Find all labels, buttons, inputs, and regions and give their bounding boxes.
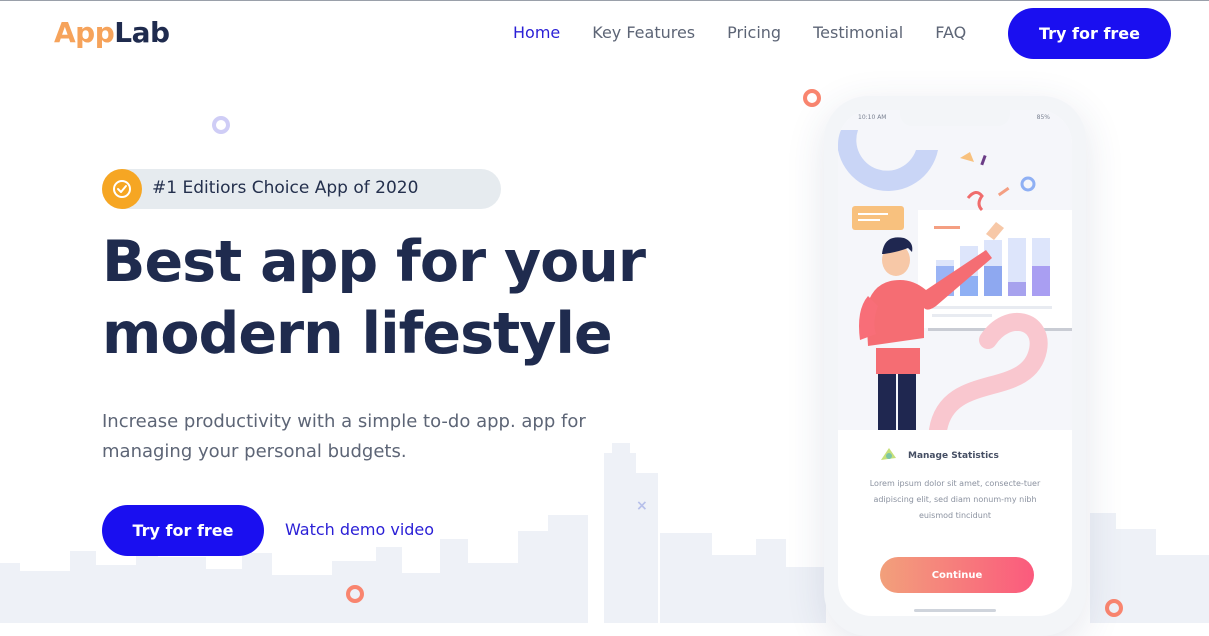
hero-description: Increase productivity with a simple to-d… — [102, 411, 586, 462]
decor-ring-icon — [803, 89, 821, 107]
decor-ring-icon — [1105, 599, 1123, 617]
decor-ring-icon — [346, 585, 364, 603]
phone-mockup: 10:10 AM 85% Manage Statistics Lorem ips… — [824, 96, 1086, 636]
watch-demo-link[interactable]: Watch demo video — [285, 520, 434, 539]
phone-notch — [900, 110, 1010, 126]
hero-try-free-button[interactable]: Try for free — [102, 505, 264, 556]
check-badge-icon — [102, 169, 142, 209]
nav-item-faq[interactable]: FAQ — [935, 22, 966, 44]
nav-item-pricing[interactable]: Pricing — [727, 22, 781, 44]
logo-part-lab: Lab — [114, 16, 170, 49]
app-logo[interactable]: AppLab — [54, 16, 170, 49]
main-nav: Home Key Features Pricing Testimonial FA… — [513, 22, 998, 44]
hero-title-line-2: modern lifestyle — [102, 301, 613, 367]
card-title: Manage Statistics — [908, 451, 999, 461]
nav-item-home[interactable]: Home — [513, 22, 560, 44]
decor-ring-icon — [212, 116, 230, 134]
badge-text: #1 Editiors Choice App of 2020 — [152, 178, 419, 198]
decor-cross-icon: × — [636, 498, 648, 514]
top-border — [0, 0, 1209, 1]
editors-choice-badge: #1 Editiors Choice App of 2020 — [102, 169, 501, 209]
card-description: Lorem ipsum dolor sit amet, consecte-tue… — [869, 479, 1041, 520]
logo-part-app: App — [54, 16, 115, 49]
hero-title: Best app for your modern lifestyle — [102, 226, 722, 370]
home-indicator — [914, 609, 996, 612]
status-time: 10:10 AM — [858, 114, 887, 121]
hero-title-line-1: Best app for your — [102, 229, 646, 295]
nav-try-free-button[interactable]: Try for free — [1008, 8, 1171, 59]
phone-screen: 10:10 AM 85% Manage Statistics Lorem ips… — [838, 110, 1072, 616]
nav-item-key-features[interactable]: Key Features — [592, 22, 695, 44]
nav-item-testimonial[interactable]: Testimonial — [813, 22, 903, 44]
status-battery: 85% — [1036, 114, 1050, 121]
stats-icon — [881, 448, 896, 460]
continue-button[interactable]: Continue — [880, 557, 1034, 593]
statistics-illustration: 10:10 AM 85% — [838, 110, 1072, 430]
